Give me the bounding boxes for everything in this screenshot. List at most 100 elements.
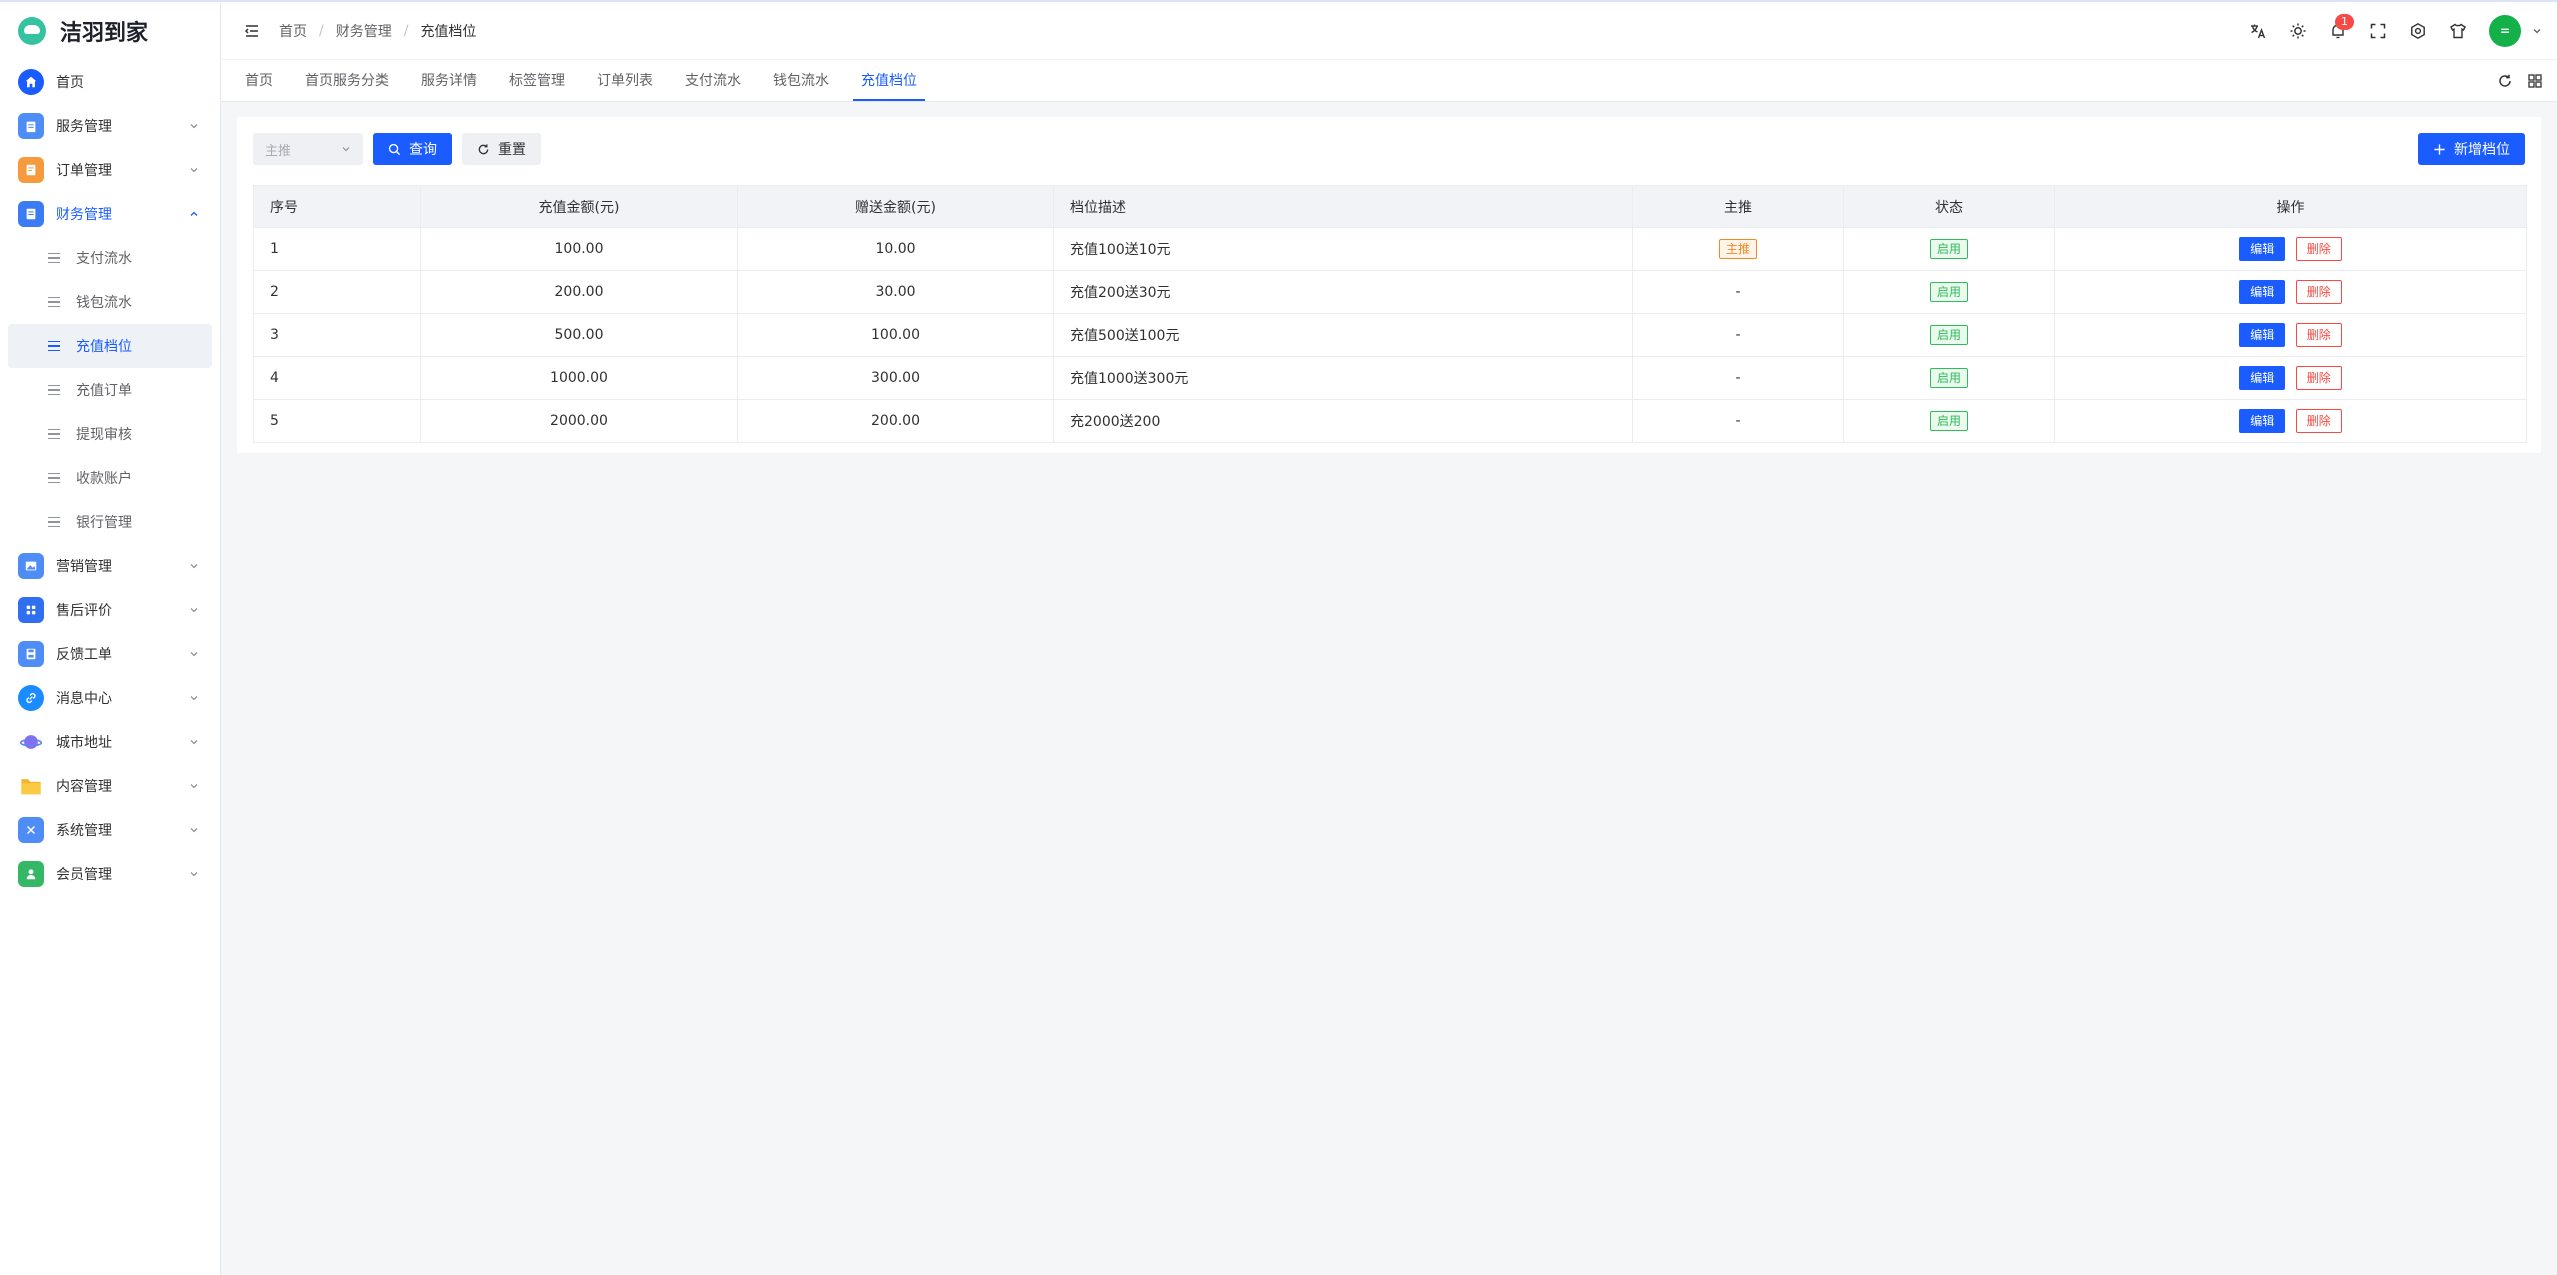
sidebar-subitem-payment-flow[interactable]: 支付流水 [8,236,212,280]
cell-desc: 充值200送30元 [1053,270,1633,314]
delete-button[interactable]: 删除 [2295,366,2342,390]
search-icon [388,143,401,155]
translate-icon[interactable] [2249,22,2267,40]
tab-tag-management[interactable]: 标签管理 [501,60,573,101]
column-header-featured: 主推 [1632,185,1844,228]
chevron-down-icon [342,147,350,152]
featured-select[interactable]: 主推 [253,133,363,165]
sidebar-item-label: 消息中心 [56,691,112,707]
sidebar-subitem-label: 充值档位 [76,339,132,355]
sidebar-item-aftersale[interactable]: 售后评价 [0,588,220,632]
sidebar-item-city[interactable]: 城市地址 [0,720,220,764]
fullscreen-icon[interactable] [2369,22,2387,40]
add-tier-button-label: 新增档位 [2454,142,2510,158]
cell-desc: 充值500送100元 [1053,313,1633,357]
app-logo[interactable]: 洁羽到家 [0,2,220,60]
menu-lines-icon [48,516,60,528]
tab-recharge-tier[interactable]: 充值档位 [853,60,925,101]
save-icon [18,641,44,667]
sidebar-subitem-recharge-order[interactable]: 充值订单 [8,368,212,412]
reset-button[interactable]: 重置 [462,133,541,165]
delete-button[interactable]: 删除 [2295,323,2342,347]
tab-payment-flow[interactable]: 支付流水 [677,60,749,101]
user-avatar[interactable]: = [2489,15,2521,47]
cell-actions: 编辑 删除 [2054,270,2527,314]
query-button[interactable]: 查询 [373,133,452,165]
edit-button[interactable]: 编辑 [2239,323,2286,347]
menu-lines-icon [48,428,60,440]
chevron-down-icon [190,168,198,173]
sidebar-item-service[interactable]: 服务管理 [0,104,220,148]
tab-home[interactable]: 首页 [237,60,281,101]
folder-icon [18,773,44,799]
sidebar-item-finance[interactable]: 财务管理 [0,192,220,236]
cell-bonus: 10.00 [737,227,1054,271]
cell-status: 启用 [1843,227,2055,271]
layout-grid-icon[interactable] [2527,73,2543,89]
sidebar-item-member[interactable]: 会员管理 [0,852,220,896]
table-header-row: 序号 充值金额(元) 赠送金额(元) 档位描述 主推 状态 操作 [253,185,2527,228]
cell-amount: 500.00 [420,313,738,357]
column-header-status: 状态 [1843,185,2055,228]
edit-button[interactable]: 编辑 [2239,237,2286,261]
menu-lines-icon [48,296,60,308]
breadcrumb-finance[interactable]: 财务管理 [336,21,392,41]
chevron-down-icon [190,872,198,877]
sidebar-item-feedback[interactable]: 反馈工单 [0,632,220,676]
edit-button[interactable]: 编辑 [2239,366,2286,390]
chevron-down-icon [190,828,198,833]
notification-badge: 1 [2335,14,2354,30]
refresh-icon[interactable] [2497,73,2513,89]
content-card: 主推 查询 重置 新增档位 序号 充值金额(元) 赠送金额(元) 档位描述 主推 [237,117,2541,453]
edit-button[interactable]: 编辑 [2239,280,2286,304]
sidebar-subitem-recharge-tier[interactable]: 充值档位 [8,324,212,368]
sidebar-subitem-bank[interactable]: 银行管理 [8,500,212,544]
app-name: 洁羽到家 [60,21,149,46]
tab-home-service-category[interactable]: 首页服务分类 [297,60,397,101]
tab-service-detail[interactable]: 服务详情 [413,60,485,101]
tab-wallet-flow[interactable]: 钱包流水 [765,60,837,101]
chevron-down-icon [190,740,198,745]
status-badge: 启用 [1929,239,1968,259]
column-header-actions: 操作 [2054,185,2527,228]
status-badge: 启用 [1929,282,1968,302]
breadcrumb-separator: / [403,22,409,39]
cell-actions: 编辑 删除 [2054,356,2527,400]
menu-fold-icon[interactable] [243,22,261,40]
breadcrumb-home[interactable]: 首页 [279,21,307,41]
delete-button[interactable]: 删除 [2295,237,2342,261]
sidebar-subitem-withdraw-review[interactable]: 提现审核 [8,412,212,456]
edit-button[interactable]: 编辑 [2239,409,2286,433]
sidebar-item-system[interactable]: 系统管理 [0,808,220,852]
sidebar-item-home[interactable]: 首页 [0,60,220,104]
sidebar-item-content[interactable]: 内容管理 [0,764,220,808]
sidebar-item-messages[interactable]: 消息中心 [0,676,220,720]
sidebar-subitem-wallet-flow[interactable]: 钱包流水 [8,280,212,324]
delete-button[interactable]: 删除 [2295,280,2342,304]
sidebar-item-marketing[interactable]: 营销管理 [0,544,220,588]
table-row: 5 2000.00 200.00 充2000送200 - 启用 编辑 删除 [253,399,2527,443]
cell-bonus: 100.00 [737,313,1054,357]
notification-bell-icon[interactable]: 1 [2329,14,2354,40]
featured-select-placeholder: 主推 [265,143,292,159]
skin-tshirt-icon[interactable] [2449,22,2467,40]
menu-lines-icon [48,384,60,396]
settings-gear-icon[interactable] [2409,22,2427,40]
theme-sun-icon[interactable] [2289,22,2307,40]
sidebar-subitem-receiving-account[interactable]: 收款账户 [8,456,212,500]
sidebar-item-order[interactable]: 订单管理 [0,148,220,192]
chevron-up-icon [190,211,198,216]
sidebar-subitem-label: 收款账户 [76,471,132,487]
cell-status: 启用 [1843,399,2055,443]
grid-icon [18,597,44,623]
recharge-tier-table: 序号 充值金额(元) 赠送金额(元) 档位描述 主推 状态 操作 1 100.0… [253,185,2527,443]
cell-status: 启用 [1843,313,2055,357]
add-tier-button[interactable]: 新增档位 [2418,133,2525,165]
tab-order-list[interactable]: 订单列表 [589,60,661,101]
home-icon [18,69,44,95]
sidebar-item-label: 内容管理 [56,779,112,795]
sidebar-subitem-label: 充值订单 [76,383,132,399]
chevron-down-icon[interactable] [2531,25,2543,37]
delete-button[interactable]: 删除 [2295,409,2342,433]
cell-no: 4 [253,356,421,400]
